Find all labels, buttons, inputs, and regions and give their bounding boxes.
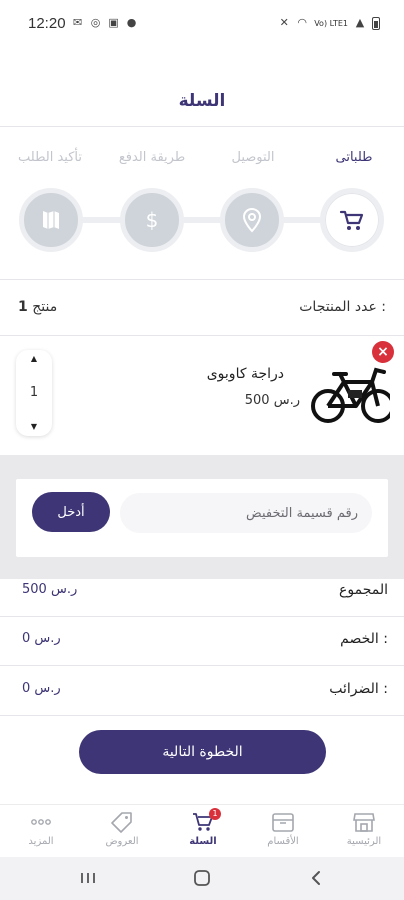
bike-image	[311, 367, 390, 423]
battery-icon	[372, 16, 380, 30]
whatsapp-icon: ◎	[90, 16, 101, 29]
coupon-box: أدخل	[16, 479, 388, 557]
system-nav-bar	[0, 857, 404, 900]
step-orders[interactable]	[320, 188, 384, 252]
status-time: 12:20	[28, 14, 66, 32]
chat-notification-icon: ✉	[72, 16, 83, 29]
signal-icon: ▲	[355, 16, 365, 29]
back-icon[interactable]	[304, 867, 328, 889]
step-label-orders[interactable]: طلباتى	[336, 150, 373, 165]
nav-more[interactable]: المزيد	[6, 811, 76, 847]
dollar-icon: $	[146, 208, 159, 232]
product-name: دراجة كاوبوى	[206, 366, 284, 382]
steps-connector	[50, 217, 354, 223]
nav-categories[interactable]: الأقسام	[248, 811, 318, 847]
quantity-value: 1	[29, 385, 39, 400]
more-dots-icon	[31, 819, 51, 825]
home-icon[interactable]	[190, 867, 214, 889]
wifi-icon: ◠	[297, 16, 307, 29]
nav-label: الرئيسية	[346, 836, 382, 847]
quantity-stepper: ▲ 1 ▼	[16, 350, 52, 436]
page-title: السلة	[178, 91, 226, 111]
summary-row-total: المجموع 500 ر.س	[0, 568, 404, 616]
nav-label: الأقسام	[267, 836, 299, 847]
status-bar: 12:20 ✉ ◎ ▣ ● ✕ ◠ Vo) LTE1 ▲	[0, 0, 404, 46]
tag-icon	[111, 812, 132, 833]
product-count-row: عدد المنتجات : 1 منتج	[0, 295, 404, 323]
product-price: 500 ر.س	[244, 393, 300, 408]
coupon-section: أدخل	[0, 455, 404, 579]
status-left: 12:20 ✉ ◎ ▣ ●	[28, 15, 138, 32]
product-count-label: عدد المنتجات :	[299, 299, 386, 315]
mute-icon: ✕	[279, 16, 289, 29]
nav-label: المزيد	[28, 836, 54, 847]
summary-row-discount: الخصم : 0 ر.س	[0, 617, 404, 665]
step-label-confirm[interactable]: تأكيد الطلب	[18, 150, 82, 165]
product-count-number: 1	[18, 299, 28, 315]
product-count-unit: منتج	[32, 299, 58, 315]
quantity-decrease-icon[interactable]: ▼	[16, 418, 52, 436]
summary-label: الضرائب :	[329, 681, 388, 697]
coupon-apply-button[interactable]: أدخل	[32, 492, 110, 532]
cart-badge: 1	[209, 808, 221, 820]
recent-apps-icon[interactable]	[76, 867, 100, 889]
remove-item-button[interactable]: ×	[372, 341, 394, 363]
app-notification-icon: ●	[126, 16, 137, 29]
steps-labels: طلباتى التوصيل طريقة الدفع تأكيد الطلب	[0, 150, 404, 174]
summary-label: الخصم :	[340, 631, 388, 647]
step-delivery[interactable]	[220, 188, 284, 252]
box-icon	[272, 813, 294, 832]
next-step-button[interactable]: الخطوة التالية	[79, 730, 326, 774]
svg-text:$: $	[146, 208, 159, 232]
gallery-icon: ▣	[108, 16, 119, 29]
summary-value: 500 ر.س	[22, 582, 78, 597]
map-icon	[43, 211, 59, 229]
nav-cart[interactable]: 1 السلة	[168, 808, 238, 847]
cart-icon	[339, 210, 364, 230]
cart-product-row: × دراجة كاوبوى 500 ر.س ▲ 1 ▼	[0, 336, 404, 441]
store-icon	[353, 813, 375, 832]
summary-divider	[0, 715, 404, 716]
step-label-payment[interactable]: طريقة الدفع	[119, 150, 185, 165]
summary-value: 0 ر.س	[22, 681, 61, 696]
quantity-increase-icon[interactable]: ▲	[16, 350, 52, 368]
summary-row-taxes: الضرائب : 0 ر.س	[0, 667, 404, 715]
location-pin-icon	[242, 207, 262, 233]
step-payment[interactable]: $	[120, 188, 184, 252]
header-divider	[0, 126, 404, 127]
nav-label: السلة	[189, 836, 217, 847]
coupon-input[interactable]	[120, 493, 372, 533]
network-label: Vo) LTE1	[314, 18, 348, 28]
summary-label: المجموع	[339, 582, 388, 598]
page-header: السلة	[0, 78, 404, 124]
nav-home[interactable]: الرئيسية	[329, 811, 399, 847]
cart-icon-wrap: 1	[191, 808, 221, 833]
steps-divider	[0, 279, 404, 280]
step-confirm[interactable]	[19, 188, 83, 252]
product-count-value: 1 منتج	[18, 299, 57, 315]
summary-value: 0 ر.س	[22, 631, 61, 646]
summary-divider	[0, 665, 404, 666]
bottom-nav: الرئيسية الأقسام 1 السلة العروض المزيد	[0, 804, 404, 857]
nav-label: العروض	[105, 836, 139, 847]
status-right: ✕ ◠ Vo) LTE1 ▲	[278, 16, 380, 30]
nav-offers[interactable]: العروض	[87, 811, 157, 847]
step-label-delivery[interactable]: التوصيل	[231, 150, 274, 165]
